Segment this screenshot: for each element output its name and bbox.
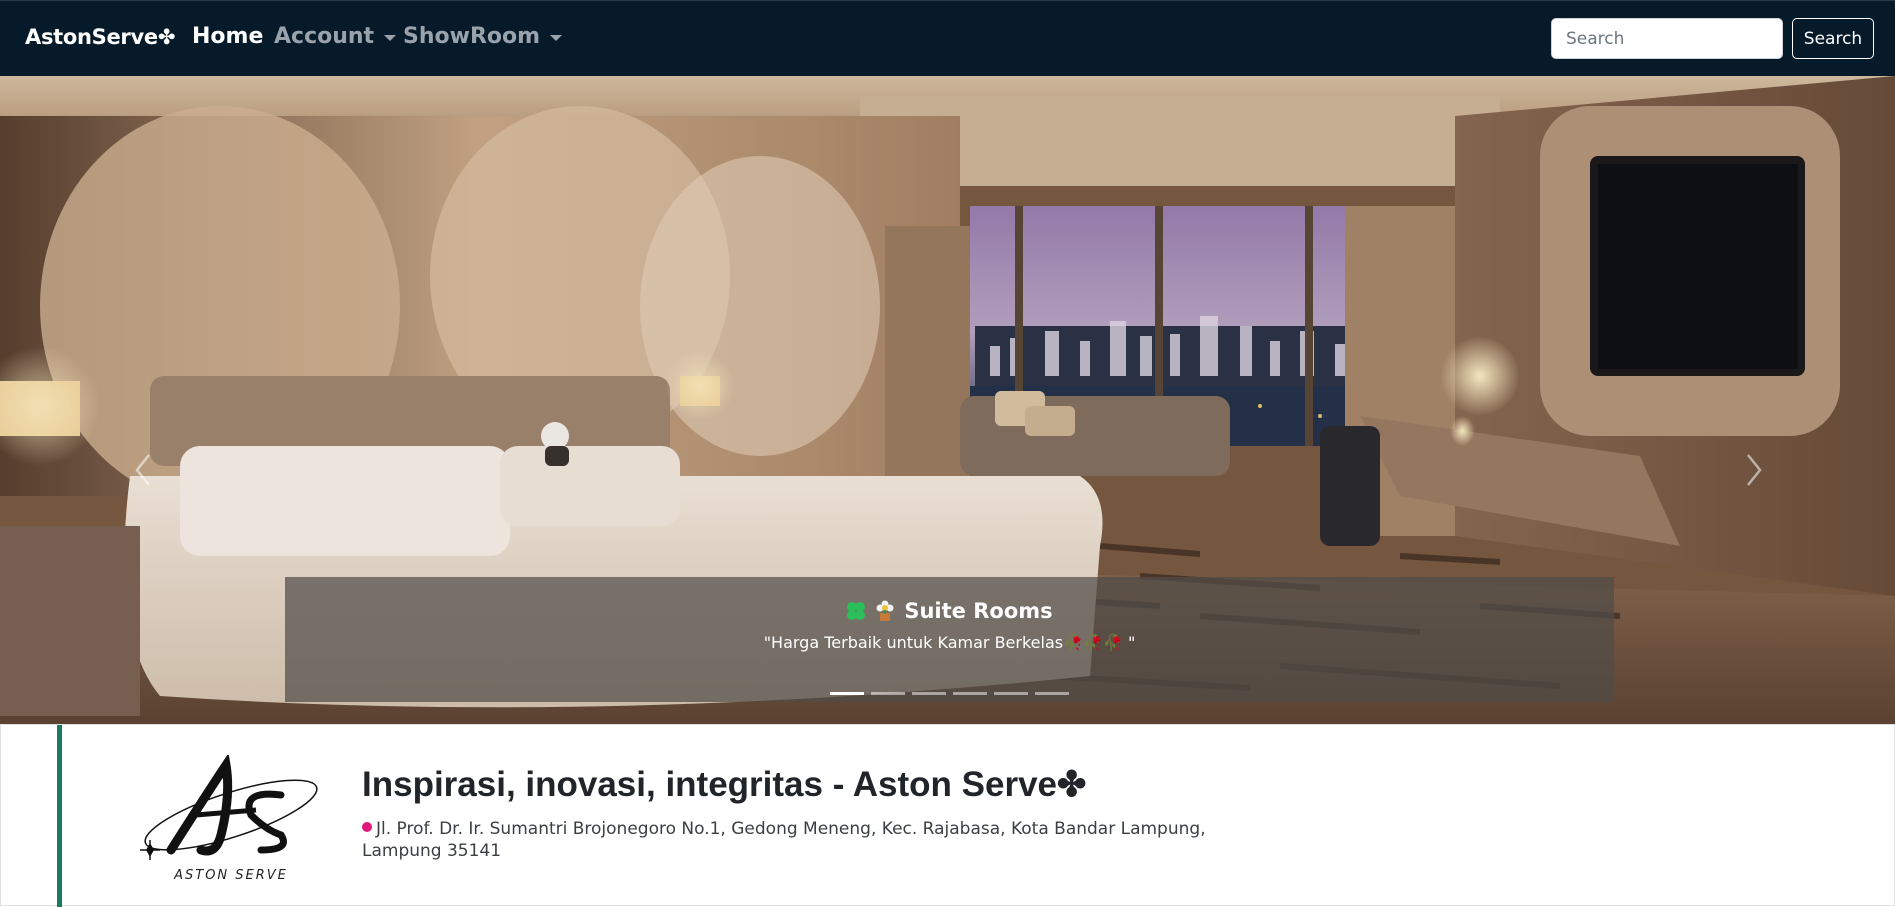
accent-bar	[57, 725, 62, 907]
navbar: AstonServe✤ Home Account ShowRoom Search	[0, 0, 1895, 76]
caption-subtitle: "Harga Terbaik untuk Kamar Berkelas🥀🥀🥀 "	[763, 633, 1136, 652]
carousel-prev-button[interactable]	[131, 451, 155, 489]
carousel-indicator-5[interactable]	[994, 692, 1028, 695]
nav-account-label: Account	[274, 24, 375, 49]
carousel-indicator-3[interactable]	[912, 692, 946, 695]
chevron-down-icon	[550, 34, 563, 41]
hero-carousel: Suite Rooms "Harga Terbaik untuk Kamar B…	[0, 76, 1895, 724]
carousel-indicator-4[interactable]	[953, 692, 987, 695]
caption-title-row: Suite Rooms	[285, 599, 1614, 623]
carousel-indicator-1[interactable]	[830, 692, 864, 695]
aston-serve-logo: ASTON SERVE	[140, 755, 318, 883]
nav-showroom-dropdown[interactable]: ShowRoom	[403, 24, 563, 49]
nav-home-label: Home	[192, 24, 264, 49]
nav-account-dropdown[interactable]: Account	[274, 24, 397, 49]
carousel-next-button[interactable]	[1742, 451, 1766, 489]
page-title: Inspirasi, inovasi, integritas - Aston S…	[362, 765, 1087, 804]
four-leaf-clover-icon	[847, 602, 866, 620]
info-section: ASTON SERVE Inspirasi, inovasi, integrit…	[0, 724, 1895, 907]
address-text: Jl. Prof. Dr. Ir. Sumantri Brojonegoro N…	[362, 818, 1222, 862]
potted-flower-icon	[876, 600, 894, 621]
nav-showroom-label: ShowRoom	[403, 24, 541, 49]
search-input[interactable]	[1551, 18, 1783, 59]
carousel-indicator-2[interactable]	[871, 692, 905, 695]
carousel-caption: Suite Rooms "Harga Terbaik untuk Kamar B…	[285, 577, 1614, 702]
carousel-indicators	[285, 692, 1614, 695]
location-pin-icon	[362, 822, 372, 832]
caption-title: Suite Rooms	[904, 599, 1053, 623]
address-value: Jl. Prof. Dr. Ir. Sumantri Brojonegoro N…	[362, 819, 1206, 861]
carousel-indicator-6[interactable]	[1035, 692, 1069, 695]
brand-link[interactable]: AstonServe✤	[25, 25, 175, 49]
nav-home-link[interactable]: Home	[192, 24, 263, 49]
search-button[interactable]: Search	[1792, 18, 1874, 59]
logo-text: ASTON SERVE	[173, 868, 288, 883]
chevron-down-icon	[384, 34, 397, 41]
